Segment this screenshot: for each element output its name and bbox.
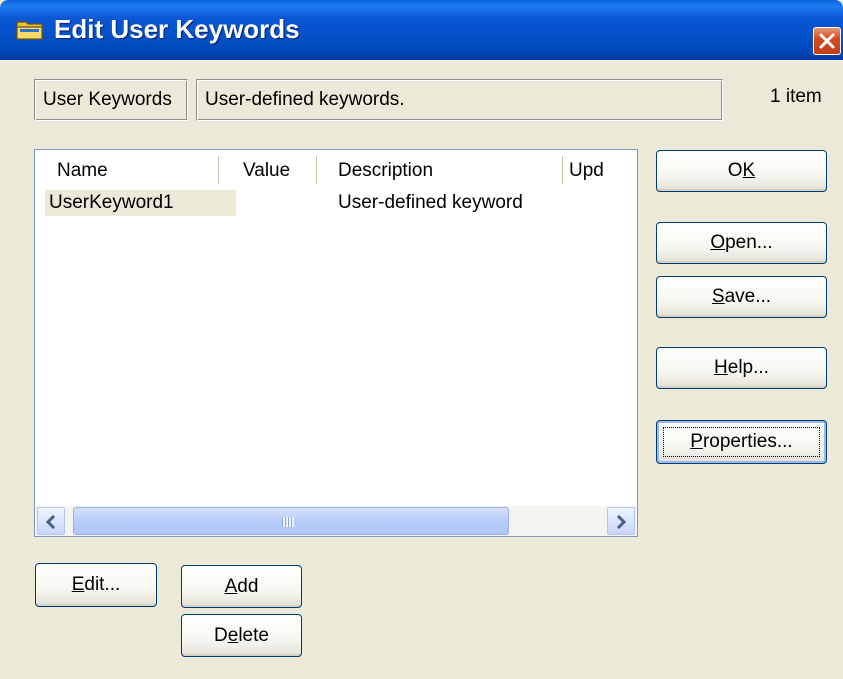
delete-button-label: Delete <box>214 625 269 646</box>
scrollbar-grip-icon <box>282 517 294 527</box>
close-icon <box>819 33 835 49</box>
help-button-label: Help... <box>714 357 769 378</box>
focus-ring <box>663 427 820 457</box>
list-item[interactable]: UserKeyword1 User-defined keyword <box>35 188 637 216</box>
mnemonic-underline: A <box>224 576 238 597</box>
mnemonic-underline: K <box>742 160 756 181</box>
list-header: Name Value Description Upd <box>35 150 637 186</box>
keyword-description-cell: User-defined keyword <box>338 192 523 213</box>
column-header-value[interactable]: Value <box>243 150 313 186</box>
keyword-list[interactable]: Name Value Description Upd UserKeyword1 … <box>34 149 638 537</box>
folder-icon <box>16 21 43 40</box>
close-button[interactable] <box>813 27 841 55</box>
title-bar[interactable]: Edit User Keywords <box>0 0 843 60</box>
scroll-left-button[interactable] <box>37 507 65 535</box>
mnemonic-underline: e <box>227 625 239 646</box>
save-button[interactable]: Save... <box>656 276 827 318</box>
edit-button[interactable]: Edit... <box>35 563 157 607</box>
category-label: User Keywords <box>43 89 172 110</box>
scroll-right-button[interactable] <box>607 507 635 535</box>
edit-button-label: Edit... <box>71 574 121 595</box>
column-divider[interactable] <box>562 156 563 184</box>
add-button[interactable]: Add <box>181 565 302 608</box>
save-button-label: Save... <box>711 286 772 307</box>
open-button[interactable]: Open... <box>656 222 827 264</box>
ok-button-label: OK <box>727 160 756 181</box>
properties-button[interactable]: Properties... <box>656 420 827 464</box>
ok-button[interactable]: OK <box>656 150 827 192</box>
help-button[interactable]: Help... <box>656 347 827 389</box>
mnemonic-underline: O <box>710 232 726 253</box>
column-divider[interactable] <box>316 156 317 184</box>
window-title: Edit User Keywords <box>54 14 300 44</box>
column-header-updated[interactable]: Upd <box>569 150 635 186</box>
column-header-name[interactable]: Name <box>57 150 217 186</box>
category-panel: User Keywords <box>34 79 188 121</box>
keyword-name-cell[interactable]: UserKeyword1 <box>45 190 236 216</box>
mnemonic-underline: S <box>711 286 725 307</box>
column-header-description[interactable]: Description <box>338 150 558 186</box>
mnemonic-underline: H <box>714 357 728 378</box>
open-button-label: Open... <box>710 232 773 253</box>
description-label: User-defined keywords. <box>205 89 405 110</box>
chevron-right-icon <box>616 515 626 529</box>
scrollbar-thumb[interactable] <box>73 507 509 535</box>
add-button-label: Add <box>224 576 259 597</box>
horizontal-scrollbar[interactable] <box>35 506 637 536</box>
mnemonic-underline: E <box>71 574 85 595</box>
chevron-left-icon <box>46 515 56 529</box>
column-divider[interactable] <box>218 156 219 184</box>
description-panel: User-defined keywords. <box>196 79 723 121</box>
delete-button[interactable]: Delete <box>181 614 302 657</box>
item-count: 1 item <box>770 86 822 107</box>
